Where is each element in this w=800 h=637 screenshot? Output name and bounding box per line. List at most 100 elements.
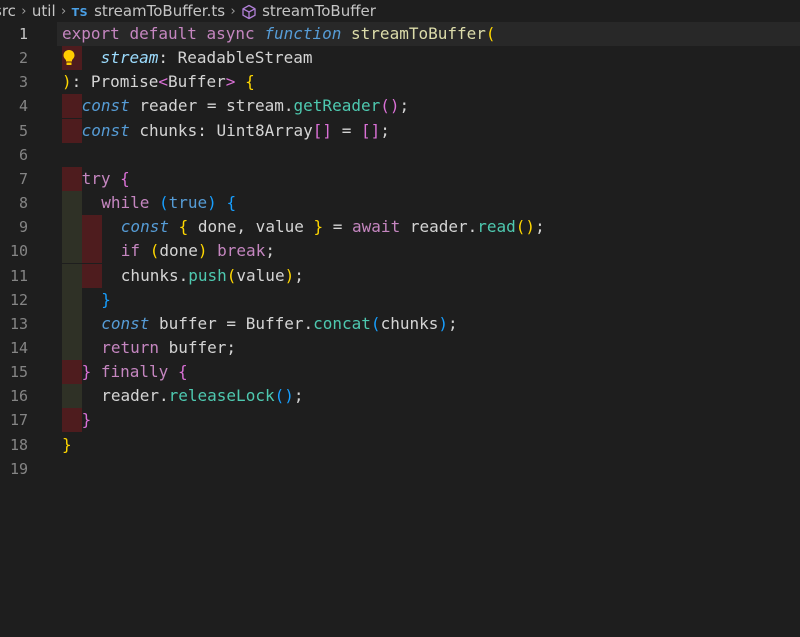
code-text[interactable]: if (done) break; [121,239,275,263]
line-number[interactable]: 4 [0,94,28,118]
code-token: reader = stream. [129,96,294,116]
code-text[interactable]: const buffer = Buffer.concat(chunks); [101,312,457,336]
scope-highlight [62,191,82,216]
line-number[interactable]: 12 [0,288,28,312]
line-number[interactable]: 15 [0,360,28,384]
code-token: ; [293,386,304,406]
code-token: buffer; [158,337,237,357]
breadcrumb-symbol-label: streamToBuffer [262,2,376,20]
scope-highlight [62,166,82,191]
breadcrumb-folder-src[interactable]: src [0,2,16,20]
code-token: chunks [380,313,439,333]
code-token: ) [284,265,295,285]
code-text[interactable]: const { done, value } = await reader.rea… [121,215,545,239]
code-line[interactable]: 9 const { done, value } = await reader.re… [0,215,800,240]
code-line[interactable]: 6 [0,143,800,167]
code-token: () [380,96,400,116]
code-text[interactable]: reader.releaseLock(); [101,384,303,408]
line-number[interactable]: 6 [0,143,28,167]
code-token: finally [100,362,169,382]
code-token: if [120,241,141,261]
code-line[interactable]: 8 while (true) { [0,191,800,216]
code-line[interactable]: 16 reader.releaseLock(); [0,384,800,409]
line-number[interactable]: 10 [0,239,28,263]
code-line[interactable]: 11 chunks.push(value); [0,263,800,288]
code-line[interactable]: 7 try { [0,166,800,191]
lightbulb-icon[interactable] [62,49,76,67]
code-text[interactable]: const chunks: Uint8Array[] = []; [82,119,390,143]
breadcrumb-file[interactable]: TS streamToBuffer.ts [72,2,225,20]
code-token: releaseLock [168,386,275,406]
scope-highlight [62,263,82,288]
code-line[interactable]: 5 const chunks: Uint8Array[] = []; [0,118,800,143]
code-text[interactable]: ): Promise<Buffer> { [62,70,255,94]
code-text[interactable]: while (true) { [101,191,236,215]
line-number[interactable]: 13 [0,312,28,336]
line-number[interactable]: 17 [0,408,28,432]
code-editor[interactable]: 1 export default async function streamToB… [0,22,800,637]
code-line[interactable]: 4 const reader = stream.getReader(); [0,94,800,119]
line-number[interactable]: 5 [0,119,28,143]
line-number[interactable]: 3 [0,70,28,94]
code-text[interactable]: chunks.push(value); [121,264,304,288]
code-token: } [313,217,324,237]
line-number[interactable]: 9 [0,215,28,239]
code-line[interactable]: 2 stream: ReadableStream [0,46,800,71]
line-number[interactable]: 1 [0,22,28,46]
code-text[interactable]: stream: ReadableStream [101,46,313,70]
scope-highlight [82,239,102,264]
code-line[interactable]: 13 const buffer = Buffer.concat(chunks); [0,311,800,336]
code-token: ( [226,265,237,285]
code-text[interactable]: const reader = stream.getReader(); [82,94,410,118]
code-token: ) [197,241,208,261]
scope-highlight [62,215,82,240]
code-line[interactable]: 19 [0,457,800,481]
code-token: buffer = Buffer. [149,313,314,333]
code-token: { [178,217,189,237]
code-token: streamToBuffer [351,24,486,43]
breadcrumb-folder-util[interactable]: util [32,2,56,20]
line-number[interactable]: 8 [0,191,28,215]
code-text[interactable]: } [82,408,92,432]
code-line[interactable]: 18} [0,433,800,457]
code-line[interactable]: 3 ): Promise<Buffer> { [0,70,800,94]
code-token: ; [294,265,304,285]
scope-highlight [62,287,82,312]
scope-highlight [82,215,102,240]
line-number[interactable]: 2 [0,46,28,70]
line-number[interactable]: 7 [0,167,28,191]
code-line[interactable]: 14 return buffer; [0,335,800,360]
code-token: ( [149,241,160,261]
chevron-right-icon: › [61,3,67,19]
code-line[interactable]: 15 } finally { [0,360,800,385]
code-token: getReader [293,96,381,116]
line-number[interactable]: 19 [0,457,28,481]
line-number[interactable]: 18 [0,433,28,457]
code-token: ( [159,193,169,213]
code-line[interactable]: 1 export default async function streamToB… [0,22,800,46]
code-text[interactable]: return buffer; [101,336,236,360]
chevron-right-icon: › [230,3,236,19]
code-line[interactable]: 10 if (done) break; [0,239,800,264]
line-number[interactable]: 11 [0,264,28,288]
code-token: < [158,72,168,92]
code-token: () [515,217,536,237]
code-text[interactable]: export default async function streamToBu… [62,22,496,46]
code-text[interactable]: } finally { [82,360,188,384]
code-token: ; [535,217,545,237]
code-token: } [62,434,72,454]
code-line[interactable]: 17} [0,408,800,433]
code-token: chunks: Uint8Array [129,120,313,140]
breadcrumb: src › util › TS streamToBuffer.ts › strea… [0,0,800,22]
code-text[interactable]: } [62,433,72,457]
code-token: ) [438,313,448,333]
line-number[interactable]: 14 [0,336,28,360]
code-text[interactable]: try { [82,167,130,191]
code-token: while [101,193,150,213]
code-text[interactable]: } [101,288,111,312]
breadcrumb-symbol[interactable]: streamToBuffer [241,2,376,20]
line-number[interactable]: 16 [0,384,28,408]
code-line[interactable]: 12} [0,287,800,312]
code-token: push [188,265,227,285]
